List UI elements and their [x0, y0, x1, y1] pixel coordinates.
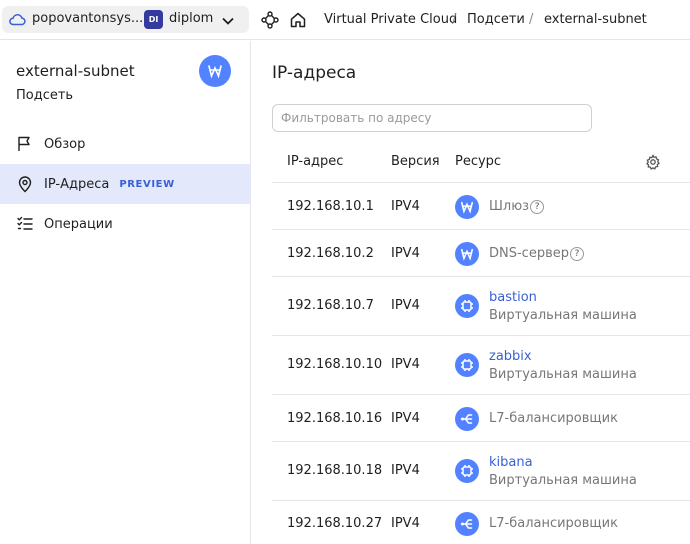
resource-name: L7-балансировщик [489, 411, 618, 426]
page-title: IP-адреса [272, 63, 357, 83]
breadcrumb-subnets[interactable]: Подсети [467, 12, 525, 27]
ip-address: 192.168.10.27 [287, 516, 383, 531]
chevron-down-icon[interactable] [222, 14, 234, 29]
resource-type: Виртуальная машина [489, 367, 637, 382]
gear-icon[interactable] [645, 154, 661, 174]
flag-icon [18, 136, 30, 151]
top-bar: popovantonsys... DI diplom Virtual Priva… [0, 0, 690, 40]
sidebar-item-overview[interactable]: Обзор [0, 124, 251, 164]
gateway-icon [455, 195, 479, 219]
cloud-icon [8, 12, 26, 30]
resource-type: Подсеть [16, 88, 74, 103]
vm-icon [455, 459, 479, 483]
sidebar-item-ip-addresses[interactable]: IP-Адреса PREVIEW [0, 164, 251, 204]
resource-link[interactable]: kibana [489, 455, 533, 470]
column-header-ip[interactable]: IP-адрес [287, 154, 343, 169]
resource-link[interactable]: zabbix [489, 349, 532, 364]
ip-address: 192.168.10.10 [287, 357, 383, 372]
sidebar-item-operations[interactable]: Операции [0, 204, 251, 244]
table-row[interactable]: 192.168.10.7 IPV4 bastion Виртуальная ма… [272, 276, 690, 336]
breadcrumb-separator: / [452, 12, 457, 27]
breadcrumb-current: external-subnet [544, 12, 647, 27]
load-balancer-icon [455, 512, 479, 536]
preview-badge: PREVIEW [119, 178, 175, 190]
ip-filter-input[interactable] [272, 104, 592, 132]
table-row[interactable]: 192.168.10.2 IPV4 DNS-сервер? [272, 229, 690, 277]
ip-version: IPV4 [391, 298, 420, 313]
resource-name: DNS-сервер? [489, 246, 584, 261]
table-row[interactable]: 192.168.10.1 IPV4 Шлюз? [272, 182, 690, 230]
resource-name-text: Шлюз [489, 199, 530, 214]
sidebar-item-label: Операции [44, 216, 113, 232]
sidebar-item-label: IP-Адреса [44, 176, 110, 192]
checklist-icon [17, 216, 33, 230]
ip-version: IPV4 [391, 357, 420, 372]
folder-badge: DI [144, 10, 163, 29]
resource-name: Шлюз? [489, 199, 545, 214]
load-balancer-icon [455, 407, 479, 431]
ip-version: IPV4 [391, 246, 420, 261]
ip-address: 192.168.10.7 [287, 298, 374, 313]
resource-type: Виртуальная машина [489, 308, 637, 323]
help-icon[interactable]: ? [570, 246, 584, 261]
ip-version: IPV4 [391, 463, 420, 478]
cloud-name: popovantonsys... [32, 11, 144, 26]
ip-version: IPV4 [391, 516, 420, 531]
table-row[interactable]: 192.168.10.27 IPV4 L7-балансировщик [272, 500, 690, 544]
services-icon[interactable] [261, 11, 279, 33]
ip-address: 192.168.10.16 [287, 411, 383, 426]
ip-version: IPV4 [391, 411, 420, 426]
folder-name: diplom [169, 11, 214, 26]
cloud-folder-switcher[interactable]: popovantonsys... DI diplom [2, 6, 249, 33]
home-icon[interactable] [289, 11, 307, 33]
ip-version: IPV4 [391, 199, 420, 214]
resource-name-text: DNS-сервер [489, 246, 569, 261]
sidebar: external-subnet Подсеть Обзор IP-Адреса … [0, 41, 251, 544]
ip-address: 192.168.10.18 [287, 463, 383, 478]
table-row[interactable]: 192.168.10.16 IPV4 L7-балансировщик [272, 394, 690, 442]
ip-address: 192.168.10.2 [287, 246, 374, 261]
location-pin-icon [18, 176, 32, 193]
column-header-version[interactable]: Версия [391, 154, 440, 169]
resource-title: external-subnet [16, 62, 135, 80]
help-icon[interactable]: ? [530, 199, 545, 214]
ip-address: 192.168.10.1 [287, 199, 374, 214]
breadcrumb-separator: / [529, 12, 534, 27]
sidebar-item-label: Обзор [44, 136, 86, 152]
breadcrumb-vpc[interactable]: Virtual Private Cloud [324, 12, 457, 27]
subnet-icon [199, 55, 231, 87]
gateway-icon [455, 242, 479, 266]
vm-icon [455, 353, 479, 377]
resource-type: Виртуальная машина [489, 473, 637, 488]
table-row[interactable]: 192.168.10.18 IPV4 kibana Виртуальная ма… [272, 441, 690, 501]
column-header-resource[interactable]: Ресурс [455, 154, 501, 169]
resource-link[interactable]: bastion [489, 290, 537, 305]
table-row[interactable]: 192.168.10.10 IPV4 zabbix Виртуальная ма… [272, 335, 690, 395]
resource-name: L7-балансировщик [489, 516, 618, 531]
vm-icon [455, 294, 479, 318]
